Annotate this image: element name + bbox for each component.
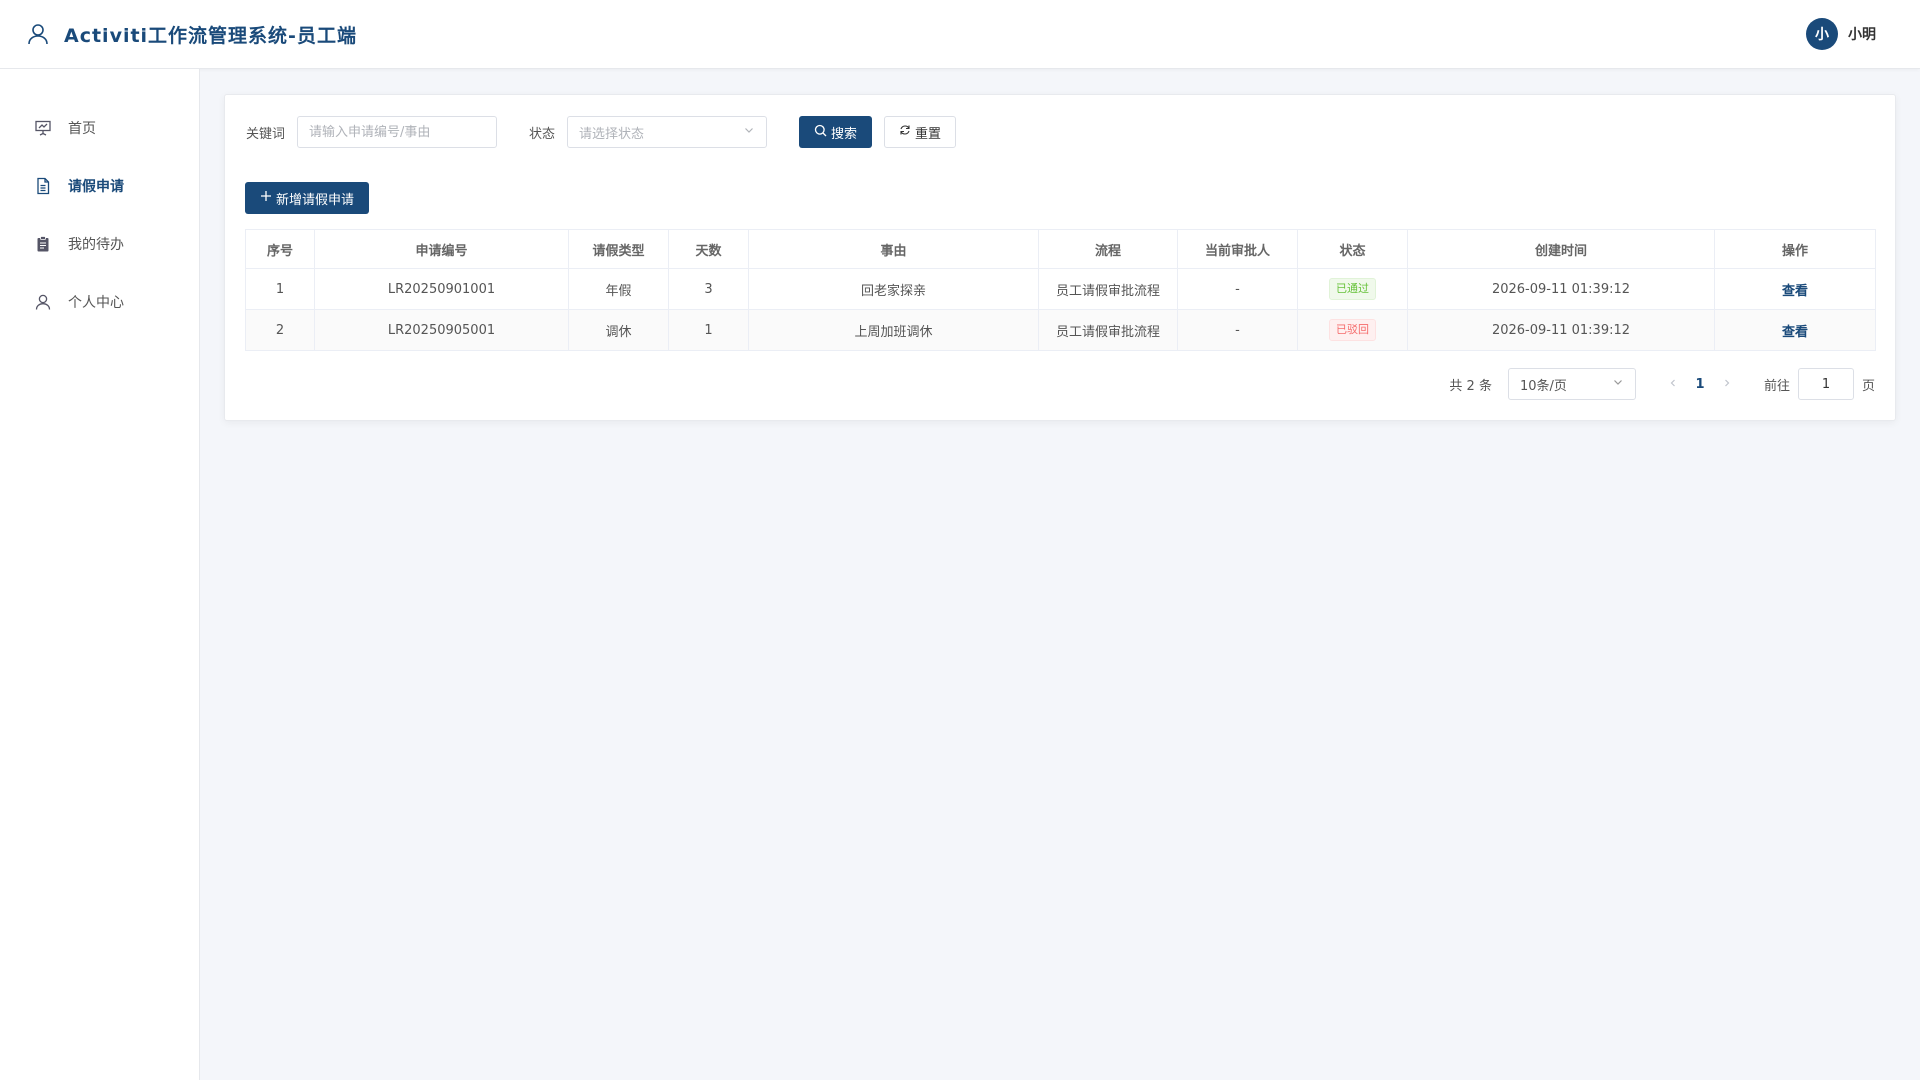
document-icon: [34, 177, 52, 195]
search-icon: [814, 124, 827, 141]
cell-status: 已通过: [1297, 268, 1408, 310]
reset-button-label: 重置: [915, 126, 942, 142]
presentation-chart-icon: [34, 119, 52, 137]
user-icon: [34, 293, 52, 311]
chevron-right-icon: [1725, 379, 1730, 387]
chevron-down-icon: [743, 124, 755, 140]
sidebar: 首页 请假申请 我的待办 个人中心: [0, 69, 200, 1080]
goto-page-input[interactable]: [1797, 368, 1854, 400]
table-row: 2 LR20250905001 调休 1 上周加班调休 员工请假审批流程 - 已…: [245, 309, 1876, 351]
page-size-value: 10条/页: [1519, 378, 1567, 394]
pagination: 共 2 条 10条/页 1 前往 页: [1449, 368, 1875, 400]
column-header: 序号: [245, 229, 315, 269]
keyword-input[interactable]: [297, 116, 498, 148]
cell-approver: -: [1177, 309, 1298, 351]
cell-status: 已驳回: [1297, 309, 1408, 351]
leave-table: 序号 申请编号 请假类型 天数 事由 流程 当前审批人 状态 创建时间 操作 1…: [245, 229, 1876, 351]
cell-created: 2026-09-11 01:39:12: [1407, 268, 1715, 310]
refresh-icon: [899, 124, 911, 140]
sidebar-item-label: 请假申请: [68, 179, 124, 195]
sidebar-item-label: 首页: [68, 121, 96, 137]
view-link[interactable]: 查看: [1782, 325, 1808, 340]
cell-type: 调休: [568, 309, 669, 351]
table-row: 1 LR20250901001 年假 3 回老家探亲 员工请假审批流程 - 已通…: [245, 268, 1876, 310]
cell-type: 年假: [568, 268, 669, 310]
sidebar-item-profile[interactable]: 个人中心: [0, 273, 199, 331]
status-label: 状态: [529, 126, 556, 142]
chevron-left-icon: [1670, 379, 1675, 387]
cell-code: LR20250905001: [314, 309, 569, 351]
total-count: 共 2 条: [1449, 378, 1492, 394]
column-header: 创建时间: [1407, 229, 1715, 269]
column-header: 操作: [1714, 229, 1876, 269]
search-button-label: 搜索: [831, 126, 858, 142]
page-number[interactable]: 1: [1684, 377, 1716, 392]
sidebar-item-my-todo[interactable]: 我的待办: [0, 215, 199, 273]
status-select-placeholder: 请选择状态: [579, 126, 645, 142]
plus-icon: [260, 190, 272, 206]
cell-process: 员工请假审批流程: [1038, 309, 1178, 351]
column-header: 当前审批人: [1177, 229, 1298, 269]
filter-bar: 关键词 状态 请选择状态 搜索: [246, 116, 957, 148]
user-name[interactable]: 小明: [1848, 24, 1876, 44]
cell-reason: 上周加班调休: [748, 309, 1039, 351]
top-header: Activiti工作流管理系统-员工端 小 小明: [0, 0, 1920, 69]
sidebar-item-home[interactable]: 首页: [0, 99, 199, 157]
cell-created: 2026-09-11 01:39:12: [1407, 309, 1715, 351]
column-header: 状态: [1297, 229, 1408, 269]
add-button-label: 新增请假申请: [276, 192, 355, 208]
cell-code: LR20250901001: [314, 268, 569, 310]
page-size-select[interactable]: 10条/页: [1507, 368, 1636, 400]
status-badge: 已驳回: [1329, 319, 1376, 341]
search-button[interactable]: 搜索: [799, 116, 873, 148]
avatar[interactable]: 小: [1806, 18, 1838, 50]
cell-process: 员工请假审批流程: [1038, 268, 1178, 310]
table-header-row: 序号 申请编号 请假类型 天数 事由 流程 当前审批人 状态 创建时间 操作: [245, 229, 1876, 269]
user-menu[interactable]: 小 小明: [1806, 18, 1876, 50]
cell-index: 1: [245, 268, 315, 310]
cell-approver: -: [1177, 268, 1298, 310]
cell-days: 3: [668, 268, 749, 310]
cell-action: 查看: [1714, 268, 1876, 310]
column-header: 请假类型: [568, 229, 669, 269]
view-link[interactable]: 查看: [1782, 284, 1808, 299]
reset-button[interactable]: 重置: [884, 116, 957, 148]
column-header: 流程: [1038, 229, 1178, 269]
sidebar-item-leave-request[interactable]: 请假申请: [0, 157, 199, 215]
add-leave-request-button[interactable]: 新增请假申请: [245, 182, 370, 214]
cell-action: 查看: [1714, 309, 1876, 351]
brand: Activiti工作流管理系统-员工端: [26, 21, 357, 48]
user-outline-icon: [26, 22, 50, 46]
next-page-button[interactable]: [1716, 376, 1738, 392]
cell-reason: 回老家探亲: [748, 268, 1039, 310]
sidebar-item-label: 我的待办: [68, 237, 124, 253]
keyword-label: 关键词: [246, 126, 286, 142]
prev-page-button[interactable]: [1662, 376, 1684, 392]
column-header: 申请编号: [314, 229, 569, 269]
sidebar-item-label: 个人中心: [68, 295, 124, 311]
app-title: Activiti工作流管理系统-员工端: [64, 24, 357, 47]
cell-index: 2: [245, 309, 315, 351]
column-header: 天数: [668, 229, 749, 269]
page-suffix: 页: [1861, 378, 1875, 394]
leave-request-panel: 关键词 状态 请选择状态 搜索: [224, 94, 1896, 421]
clipboard-icon: [34, 235, 52, 253]
chevron-down-icon: [1612, 376, 1624, 392]
column-header: 事由: [748, 229, 1039, 269]
status-badge: 已通过: [1329, 278, 1376, 300]
cell-days: 1: [668, 309, 749, 351]
goto-label: 前往: [1763, 378, 1790, 394]
status-select[interactable]: 请选择状态: [567, 116, 768, 148]
